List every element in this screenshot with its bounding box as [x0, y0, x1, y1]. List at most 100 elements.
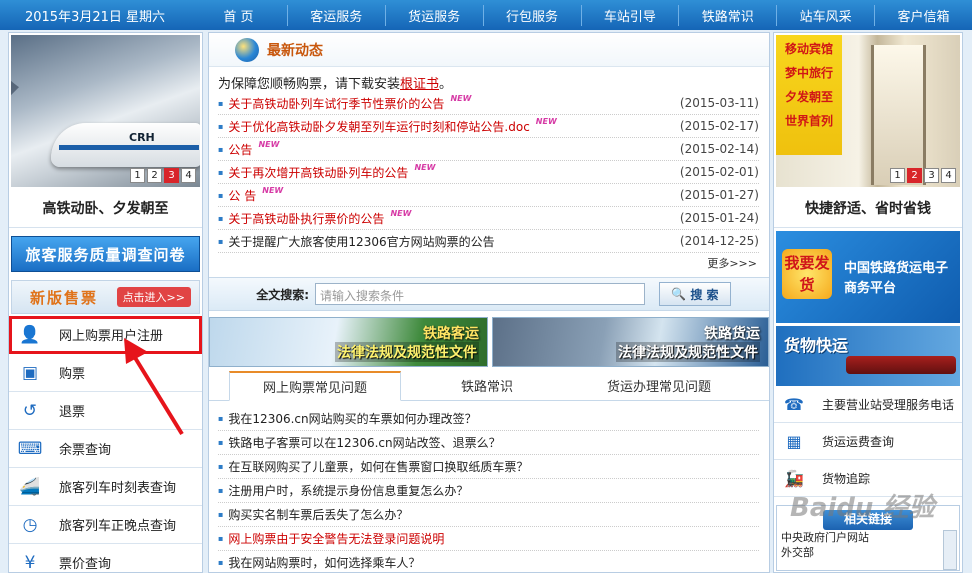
- pager-1[interactable]: 1: [890, 168, 905, 183]
- news-title-link[interactable]: 关于再次增开高铁动卧列车的公告: [228, 164, 408, 181]
- passenger-law-banner[interactable]: 铁路客运 法律法规及规范性文件: [209, 317, 488, 367]
- news-title-link[interactable]: 公告: [228, 141, 252, 158]
- nav-station-style[interactable]: 站车风采: [776, 5, 874, 26]
- faq-item[interactable]: 注册用户时，系统提示身份信息重复怎么办？: [218, 479, 759, 503]
- sign-line: 移动宾馆: [784, 42, 833, 56]
- nav-passenger[interactable]: 客运服务: [286, 5, 385, 26]
- ship-now-badge: 我要发货: [782, 249, 832, 299]
- faq-item[interactable]: 网上购票由于安全警告无法登录问题说明: [218, 527, 759, 551]
- monitor-icon: ▣: [21, 362, 39, 383]
- pager-4[interactable]: 4: [181, 168, 196, 183]
- enter-button[interactable]: 点击进入>>: [116, 287, 191, 307]
- watermark: Baidu 经验: [790, 493, 935, 523]
- news-row[interactable]: 关于提醒广大旅客使用12306官方网站购票的公告 (2014-12-25): [218, 230, 759, 253]
- nav-freight[interactable]: 货运服务: [384, 5, 483, 26]
- nav-customer-mail[interactable]: 客户信箱: [874, 5, 972, 26]
- magnifier-icon: 🔍: [671, 287, 687, 301]
- red-arrow-annotation: [124, 338, 184, 436]
- nav-home[interactable]: 首 页: [190, 5, 287, 26]
- news-date: (2015-02-17): [679, 119, 759, 133]
- pager-2[interactable]: 2: [147, 168, 162, 183]
- sleeper-sign: 移动宾馆 梦中旅行 夕发朝至 世界首列: [776, 35, 842, 155]
- express-freight-banner[interactable]: 货物快运: [776, 326, 960, 386]
- top-nav: 2015年3月21日 星期六 首 页 客运服务 货运服务 行包服务 车站引导 铁…: [0, 0, 972, 30]
- new-badge: NEW: [258, 139, 280, 149]
- survey-banner[interactable]: 旅客服务质量调查问卷: [11, 236, 200, 272]
- news-row[interactable]: 关于再次增开高铁动卧列车的公告 NEW (2015-02-01): [218, 161, 759, 184]
- news-date: (2015-03-11): [679, 96, 759, 110]
- new-ticketing-banner[interactable]: 新版售票 点击进入>>: [11, 280, 200, 314]
- freight-ecommerce-banner[interactable]: 我要发货 中国铁路货运电子商务平台: [776, 231, 960, 323]
- faq-item[interactable]: 我在12306.cn网站购买的车票如何办理改签？: [218, 407, 759, 431]
- tab-online-ticket-faq[interactable]: 网上购票常见问题: [229, 371, 401, 401]
- news-title-link[interactable]: 关于优化高铁动卧夕发朝至列车运行时刻和停站公告.doc: [228, 118, 529, 135]
- sign-line: 梦中旅行: [784, 66, 833, 80]
- news-list: 关于高铁动卧列车试行季节性票价的公告 NEW (2015-03-11) 关于优化高铁…: [209, 92, 769, 253]
- news-row[interactable]: 关于高铁动卧列车试行季节性票价的公告 NEW (2015-03-11): [218, 92, 759, 115]
- faq-item[interactable]: 在互联网购买了儿童票，如何在售票窗口换取纸质车票？: [218, 455, 759, 479]
- menu-label: 货运运费查询: [822, 434, 895, 449]
- menu-label: 旅客列车时刻表查询: [59, 481, 177, 496]
- new-badge: NEW: [390, 208, 412, 218]
- calculator-icon: ▦: [786, 431, 802, 451]
- pager-4[interactable]: 4: [941, 168, 956, 183]
- menu-label: 货物追踪: [822, 471, 871, 486]
- faq-item[interactable]: 我在网站购票时，如何选择乘车人？: [218, 551, 759, 573]
- menu-delay-query[interactable]: ◷ 旅客列车正晚点查询: [9, 506, 202, 544]
- pager-3[interactable]: 3: [164, 168, 179, 183]
- menu-freight-cost[interactable]: ▦ 货运运费查询: [774, 423, 962, 460]
- news-date: (2015-02-14): [679, 142, 759, 156]
- pager-1[interactable]: 1: [130, 168, 145, 183]
- news-title-link[interactable]: 公 告: [228, 187, 256, 204]
- globe-icon: [235, 37, 259, 62]
- nav-luggage[interactable]: 行包服务: [482, 5, 581, 26]
- sign-line: 夕发朝至: [784, 90, 833, 104]
- news-row[interactable]: 公告 NEW (2015-02-14): [218, 138, 759, 161]
- train-image: [51, 123, 200, 167]
- news-row[interactable]: 关于高铁动卧执行票价的公告 NEW (2015-01-24): [218, 207, 759, 230]
- pager-3[interactable]: 3: [924, 168, 939, 183]
- right-slide-caption[interactable]: 快捷舒适、省时省钱: [774, 189, 962, 228]
- sign-line: 世界首列: [784, 114, 833, 128]
- menu-label: 购票: [59, 367, 86, 382]
- search-input[interactable]: 请输入搜索条件: [315, 283, 645, 305]
- search-button[interactable]: 🔍 搜 索: [659, 282, 731, 306]
- ecommerce-text: 中国铁路货运电子商务平台: [844, 261, 949, 296]
- top-nav-links: 首 页 客运服务 货运服务 行包服务 车站引导 铁路常识 站车风采 客户信箱: [190, 0, 972, 30]
- scrollbar[interactable]: [943, 530, 957, 570]
- right-slideshow[interactable]: 移动宾馆 梦中旅行 夕发朝至 世界首列 1 2 3 4: [776, 35, 960, 187]
- menu-label: 主要营业站受理服务电话: [822, 397, 955, 412]
- root-cert-link[interactable]: 根证书: [400, 77, 439, 92]
- more-link[interactable]: 更多>>>: [209, 253, 769, 271]
- news-title-link[interactable]: 关于高铁动卧执行票价的公告: [228, 210, 384, 227]
- faq-list: 我在12306.cn网站购买的车票如何办理改签？ 铁路电子客票可以在12306.…: [209, 401, 769, 573]
- news-title-link[interactable]: 关于提醒广大旅客使用12306官方网站购票的公告: [228, 233, 494, 250]
- news-title-link[interactable]: 关于高铁动卧列车试行季节性票价的公告: [228, 95, 444, 112]
- menu-fare-query[interactable]: ¥ 票价查询: [9, 544, 202, 573]
- express-freight-title: 货物快运: [784, 336, 849, 355]
- user-icon: 👤: [19, 324, 41, 345]
- news-row[interactable]: 关于优化高铁动卧夕发朝至列车运行时刻和停站公告.doc NEW (2015-02-1…: [218, 115, 759, 138]
- menu-service-phone[interactable]: ☎ 主要营业站受理服务电话: [774, 386, 962, 423]
- tab-railway-knowledge[interactable]: 铁路常识: [401, 371, 573, 400]
- menu-timetable[interactable]: 🚄 旅客列车时刻表查询: [9, 468, 202, 506]
- news-row[interactable]: 公 告 NEW (2015-01-27): [218, 184, 759, 207]
- faq-item[interactable]: 购买实名制车票后丢失了怎么办？: [218, 503, 759, 527]
- search-label: 全文搜索:: [256, 287, 309, 302]
- page: { "topnav":{"date":"2015年3月21日 星期六","ite…: [0, 0, 972, 573]
- related-link[interactable]: 中央政府门户网站: [777, 530, 959, 545]
- new-badge: NEW: [450, 93, 472, 103]
- corridor-image: [871, 45, 926, 185]
- nav-station-guide[interactable]: 车站引导: [580, 5, 679, 26]
- tab-freight-faq[interactable]: 货运办理常见问题: [573, 371, 745, 400]
- middle-column: 最新动态 为保障您顺畅购票，请下载安装根证书。 关于高铁动卧列车试行季节性票价的…: [208, 32, 770, 573]
- phone-icon: ☎: [784, 394, 804, 414]
- freight-law-banner[interactable]: 铁路货运 法律法规及规范性文件: [492, 317, 769, 367]
- faq-item[interactable]: 铁路电子客票可以在12306.cn网站改签、退票么？: [218, 431, 759, 455]
- pager-2[interactable]: 2: [907, 168, 922, 183]
- related-link[interactable]: 外交部: [777, 545, 959, 560]
- left-slideshow[interactable]: CRH 1 2 3 4: [11, 35, 200, 187]
- train-icon: 🚄: [19, 476, 41, 497]
- nav-railway-knowledge[interactable]: 铁路常识: [678, 5, 776, 26]
- left-slide-caption[interactable]: 高铁动卧、夕发朝至: [9, 189, 202, 228]
